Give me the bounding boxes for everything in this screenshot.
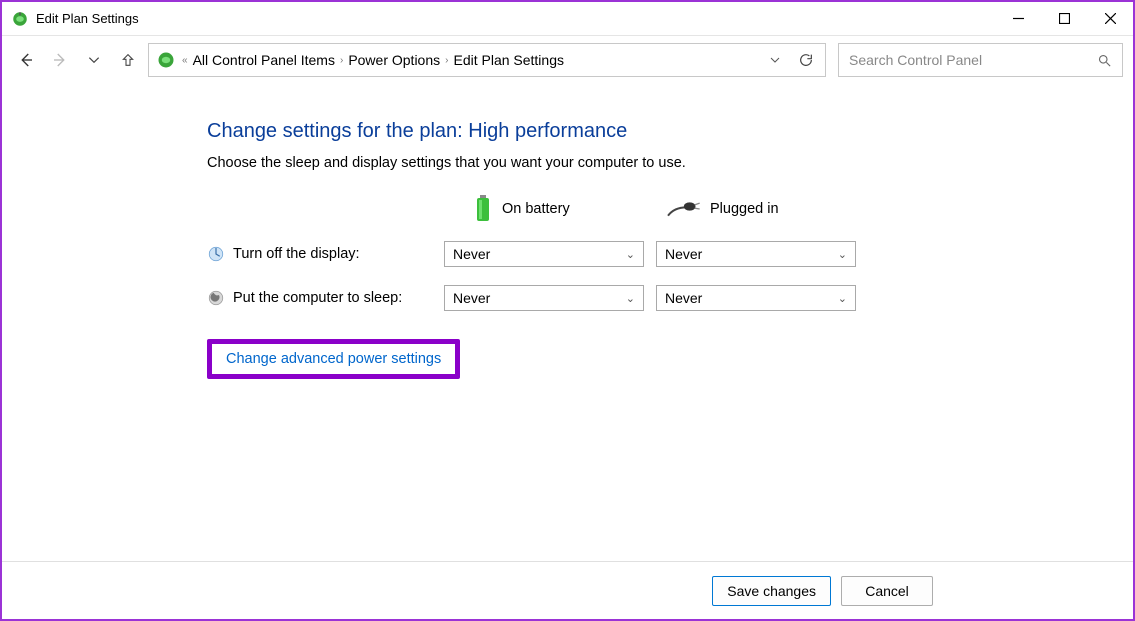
column-label: On battery <box>502 201 570 217</box>
advanced-power-settings-link[interactable]: Change advanced power settings <box>226 351 441 367</box>
chevron-right-icon[interactable]: › <box>340 55 343 66</box>
settings-grid: On battery Plugged in Turn off the displ… <box>207 195 1133 311</box>
plug-icon <box>666 199 700 219</box>
address-dropdown-button[interactable] <box>762 47 788 73</box>
highlighted-region: Change advanced power settings <box>207 339 460 379</box>
forward-button[interactable] <box>46 46 74 74</box>
refresh-button[interactable] <box>793 47 819 73</box>
display-icon <box>207 245 225 263</box>
breadcrumb-item[interactable]: Power Options <box>348 52 440 68</box>
close-button[interactable] <box>1087 2 1133 36</box>
cancel-button[interactable]: Cancel <box>841 576 933 606</box>
control-panel-icon <box>155 49 177 71</box>
chevron-down-icon: ⌄ <box>838 248 847 261</box>
sleep-icon <box>207 289 225 307</box>
battery-icon <box>474 195 492 223</box>
save-button[interactable]: Save changes <box>712 576 831 606</box>
page-description: Choose the sleep and display settings th… <box>207 155 1133 171</box>
nav-bar: « All Control Panel Items › Power Option… <box>2 36 1133 84</box>
maximize-button[interactable] <box>1041 2 1087 36</box>
chevron-down-icon: ⌄ <box>626 292 635 305</box>
app-icon <box>10 9 30 29</box>
row-label-display: Turn off the display: <box>207 245 432 263</box>
window-title: Edit Plan Settings <box>36 11 139 26</box>
chevron-down-icon: ⌄ <box>626 248 635 261</box>
search-icon <box>1097 53 1112 68</box>
breadcrumb-overflow-icon[interactable]: « <box>182 55 188 66</box>
back-button[interactable] <box>12 46 40 74</box>
sleep-battery-select[interactable]: Never ⌄ <box>444 285 644 311</box>
column-label: Plugged in <box>710 201 779 217</box>
minimize-button[interactable] <box>995 2 1041 36</box>
select-value: Never <box>453 290 490 306</box>
breadcrumb-item[interactable]: Edit Plan Settings <box>453 52 564 68</box>
chevron-down-icon: ⌄ <box>838 292 847 305</box>
column-header-battery: On battery <box>444 195 644 223</box>
row-text: Turn off the display: <box>233 246 360 262</box>
display-battery-select[interactable]: Never ⌄ <box>444 241 644 267</box>
page-heading: Change settings for the plan: High perfo… <box>207 120 1133 143</box>
breadcrumb-item[interactable]: All Control Panel Items <box>193 52 335 68</box>
recent-locations-button[interactable] <box>80 46 108 74</box>
main-content: Change settings for the plan: High perfo… <box>2 84 1133 561</box>
search-input[interactable] <box>849 52 1097 68</box>
address-bar[interactable]: « All Control Panel Items › Power Option… <box>148 43 826 77</box>
row-text: Put the computer to sleep: <box>233 290 402 306</box>
row-label-sleep: Put the computer to sleep: <box>207 289 432 307</box>
select-value: Never <box>453 246 490 262</box>
select-value: Never <box>665 290 702 306</box>
column-header-plugged: Plugged in <box>656 199 856 219</box>
footer-bar: Save changes Cancel <box>2 561 1133 619</box>
button-label: Save changes <box>727 583 816 599</box>
chevron-right-icon[interactable]: › <box>445 55 448 66</box>
up-button[interactable] <box>114 46 142 74</box>
search-box[interactable] <box>838 43 1123 77</box>
select-value: Never <box>665 246 702 262</box>
display-plugged-select[interactable]: Never ⌄ <box>656 241 856 267</box>
title-bar: Edit Plan Settings <box>2 2 1133 36</box>
sleep-plugged-select[interactable]: Never ⌄ <box>656 285 856 311</box>
button-label: Cancel <box>865 583 909 599</box>
